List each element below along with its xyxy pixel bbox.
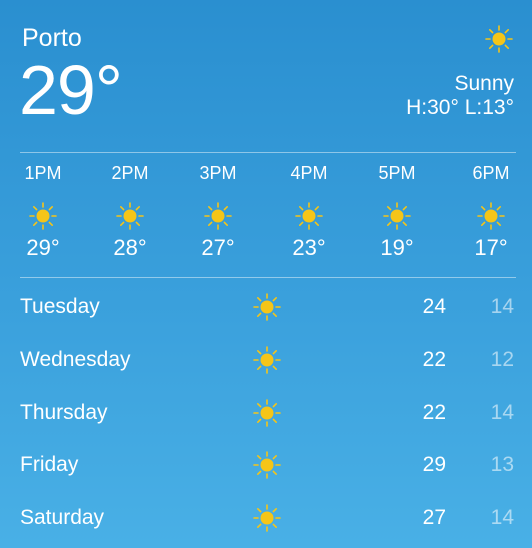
daily-row: Friday 29 13 xyxy=(0,438,532,491)
sun-icon xyxy=(485,25,513,53)
high-low-text: H:30° L:13° xyxy=(406,96,514,119)
sun-icon xyxy=(383,202,411,230)
daily-row: Saturday 27 14 xyxy=(0,491,532,544)
hour-temperature: 29° xyxy=(26,235,60,260)
sun-icon xyxy=(116,202,144,230)
hour-temperature: 27° xyxy=(201,235,235,260)
hourly-item: 3PM 27° xyxy=(173,163,263,261)
hour-label: 5PM xyxy=(378,163,416,183)
divider xyxy=(20,277,516,278)
day-low-temperature: 14 xyxy=(490,506,514,529)
day-name: Friday xyxy=(20,453,79,476)
daily-row: Wednesday 22 12 xyxy=(0,333,532,386)
day-name: Thursday xyxy=(20,401,108,424)
day-high-temperature: 22 xyxy=(422,401,446,424)
sun-icon xyxy=(253,399,281,427)
day-high-temperature: 29 xyxy=(422,453,446,476)
day-low-temperature: 12 xyxy=(490,348,514,371)
sun-icon xyxy=(253,346,281,374)
day-low-temperature: 14 xyxy=(490,295,514,318)
daily-row: Thursday 22 14 xyxy=(0,386,532,439)
day-name: Saturday xyxy=(20,506,105,529)
day-name: Tuesday xyxy=(20,295,100,318)
hour-label: 4PM xyxy=(290,163,328,183)
day-high-temperature: 22 xyxy=(422,348,446,371)
hour-temperature: 19° xyxy=(380,235,414,260)
hour-temperature: 17° xyxy=(474,235,508,260)
hourly-forecast: 1PM 29° 2PM 28° 3PM 27° 4PM 23° 5PM 19° … xyxy=(0,163,532,273)
sun-icon xyxy=(253,504,281,532)
city-name: Porto xyxy=(22,24,82,52)
day-low-temperature: 14 xyxy=(490,401,514,424)
day-high-temperature: 24 xyxy=(422,295,446,318)
hour-temperature: 28° xyxy=(113,235,147,260)
hour-label: 3PM xyxy=(199,163,237,183)
hourly-item: 4PM 23° xyxy=(264,163,354,261)
day-name: Wednesday xyxy=(20,348,131,371)
hour-temperature: 23° xyxy=(292,235,326,260)
daily-row: Tuesday 24 14 xyxy=(0,280,532,333)
sun-icon xyxy=(253,451,281,479)
sun-icon xyxy=(253,293,281,321)
divider xyxy=(20,152,516,153)
hourly-item: 1PM 29° xyxy=(0,163,88,261)
hourly-item: 5PM 19° xyxy=(352,163,442,261)
sun-icon xyxy=(477,202,505,230)
hourly-item: 2PM 28° xyxy=(85,163,175,261)
day-low-temperature: 13 xyxy=(490,453,514,476)
sun-icon xyxy=(29,202,57,230)
hour-label: 2PM xyxy=(111,163,149,183)
sun-icon xyxy=(295,202,323,230)
day-high-temperature: 27 xyxy=(422,506,446,529)
condition-text: Sunny xyxy=(454,72,514,95)
sun-icon xyxy=(204,202,232,230)
hour-label: 6PM xyxy=(472,163,510,183)
hour-label: 1PM xyxy=(24,163,62,183)
current-temperature: 29° xyxy=(19,51,123,129)
weather-widget: Porto 29° Sunny H:30° L:13° 1PM 29° 2PM … xyxy=(0,0,532,548)
hourly-item: 6PM 17° xyxy=(446,163,532,261)
